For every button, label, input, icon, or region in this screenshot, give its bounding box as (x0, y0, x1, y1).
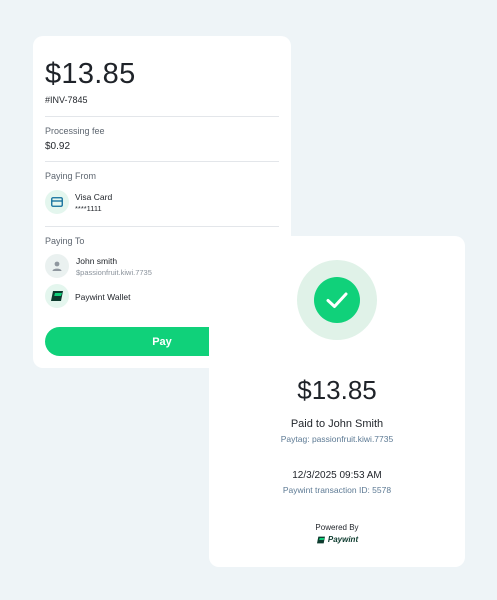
invoice-number: #INV-7845 (45, 95, 88, 105)
brand-name: Paywint (327, 535, 359, 544)
divider (45, 161, 279, 162)
powered-by-label: Powered By (315, 523, 359, 532)
processing-fee-label: Processing fee (45, 126, 105, 136)
checkmark-icon (314, 277, 360, 323)
receipt-amount: $13.85 (297, 375, 377, 405)
divider (45, 116, 279, 117)
card-number: ****1111 (75, 204, 102, 213)
payee-name: John smith (76, 256, 118, 266)
paywint-logo-icon (316, 536, 325, 543)
processing-fee-value: $0.92 (45, 141, 71, 152)
payment-amount: $13.85 (45, 58, 136, 90)
card-name: Visa Card (75, 192, 113, 202)
payee-tag: $passionfruit.kiwi.7735 (76, 268, 152, 277)
paying-from-label: Paying From (45, 171, 97, 181)
paytag-text: Paytag: passionfruit.kiwi.7735 (280, 434, 394, 444)
transaction-id: Paywint transaction ID: 5578 (282, 485, 392, 495)
user-icon (45, 254, 69, 278)
transaction-datetime: 12/3/2025 09:53 AM (292, 470, 382, 481)
credit-card-icon (45, 190, 69, 214)
paying-to-label: Paying To (45, 236, 85, 246)
success-badge (297, 260, 377, 340)
paywint-brand-logo: Paywint (209, 535, 465, 544)
paywint-logo-icon (45, 284, 69, 308)
paid-to-text: Paid to John Smith (290, 418, 384, 430)
wallet-name: Paywint Wallet (75, 292, 131, 302)
receipt-card: $13.85 Paid to John Smith Paytag: passio… (209, 236, 465, 567)
divider (45, 226, 279, 227)
